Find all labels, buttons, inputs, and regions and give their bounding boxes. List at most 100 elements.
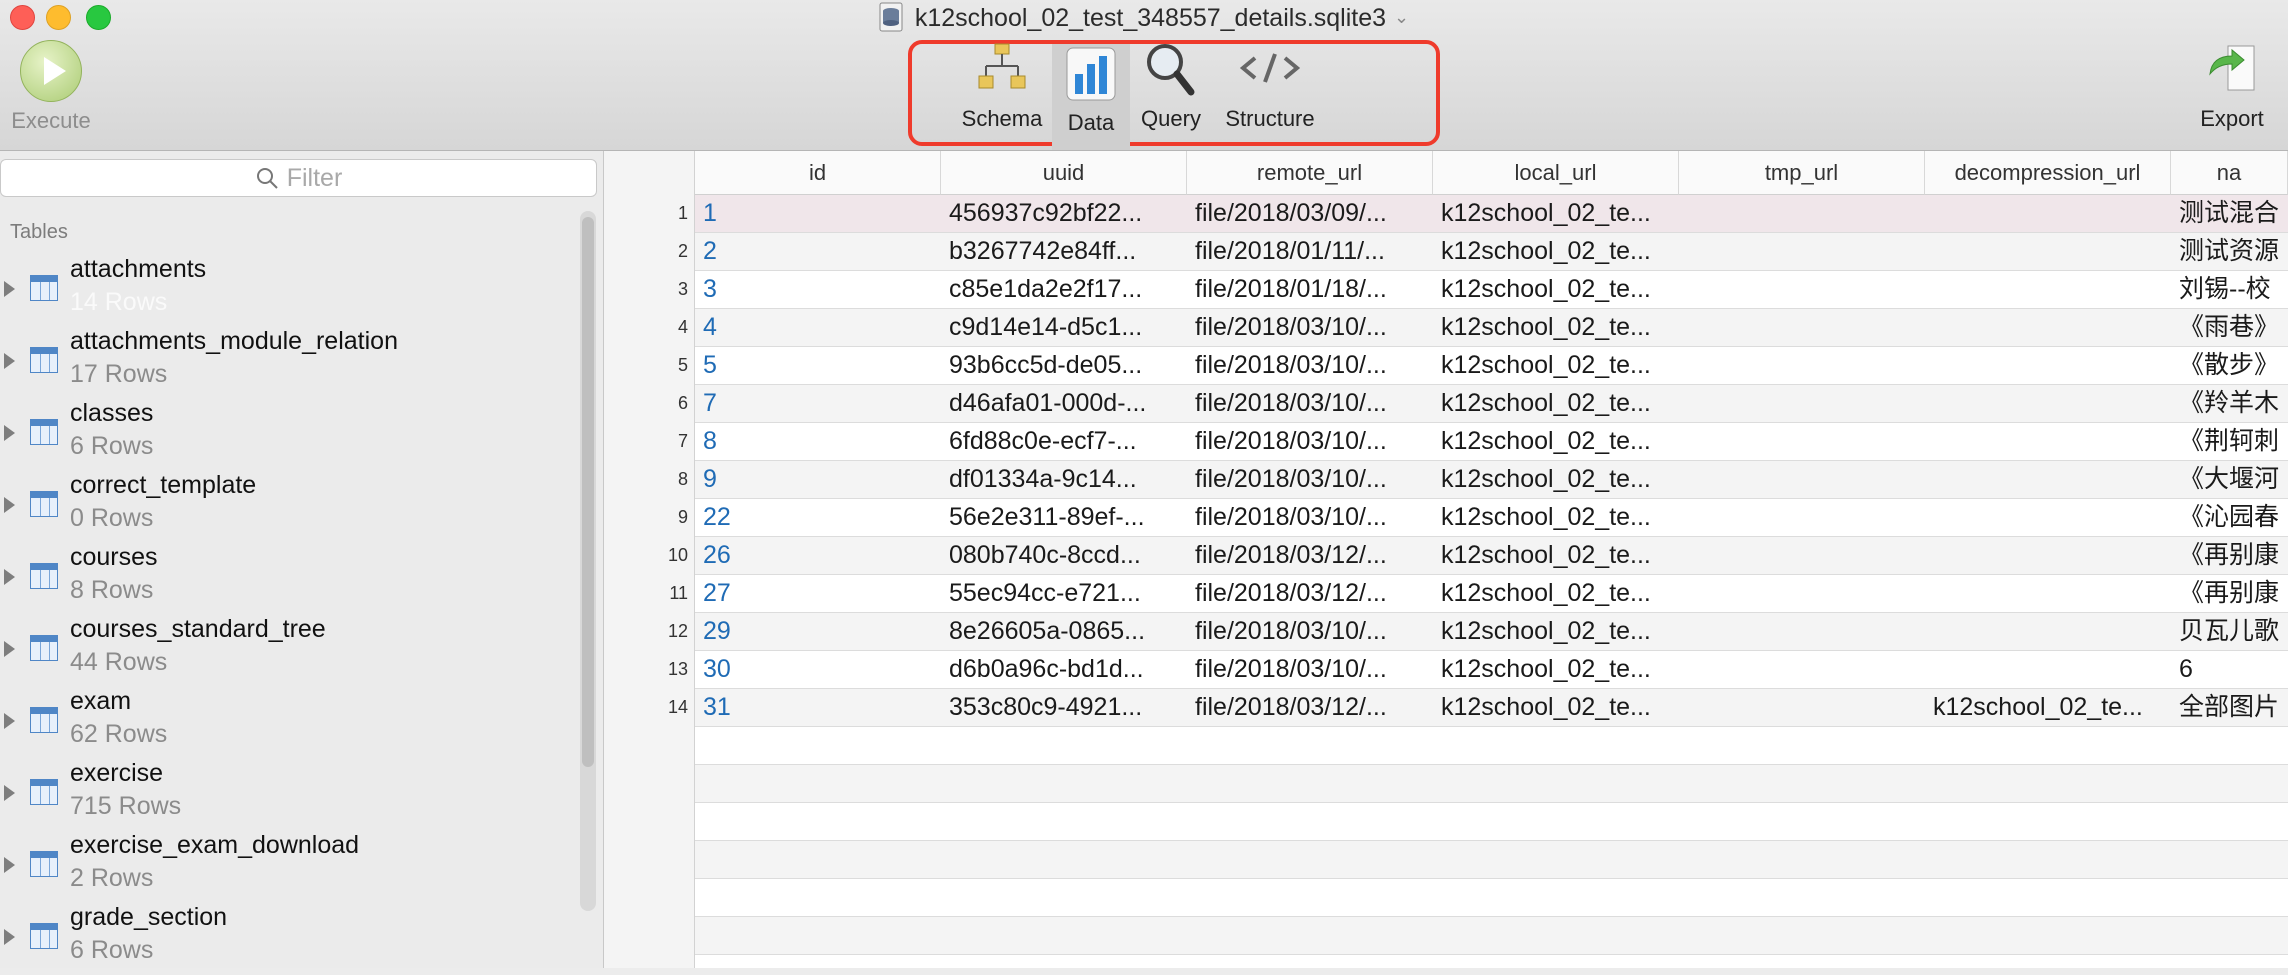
filter-input[interactable]: Filter bbox=[0, 159, 597, 197]
row-number[interactable]: 7 bbox=[604, 431, 688, 452]
cell-tmp-url[interactable] bbox=[1687, 233, 1921, 270]
table-row[interactable]: 3 c85e1da2e2f17... file/2018/01/18/... k12s… bbox=[695, 271, 2288, 309]
cell-remote-url[interactable]: file/2018/01/11/... bbox=[1195, 233, 1429, 270]
cell-remote-url[interactable]: file/2018/01/18/... bbox=[1195, 271, 1429, 308]
cell-decompression-url[interactable] bbox=[1933, 271, 2167, 308]
disclosure-triangle-icon[interactable] bbox=[4, 569, 15, 585]
cell-decompression-url[interactable] bbox=[1933, 575, 2167, 612]
cell-uuid[interactable]: 93b6cc5d-de05... bbox=[949, 347, 1183, 384]
sidebar-scroll-thumb[interactable] bbox=[582, 217, 594, 767]
table-item[interactable]: classes 6 Rows bbox=[0, 399, 580, 471]
table-row[interactable]: 27 55ec94cc-e721... file/2018/03/12/... k12… bbox=[695, 575, 2288, 613]
cell-decompression-url[interactable] bbox=[1933, 651, 2167, 688]
cell-remote-url[interactable]: file/2018/03/12/... bbox=[1195, 689, 1429, 726]
cell-name[interactable]: 《再别康 bbox=[2179, 537, 2284, 574]
cell-id[interactable]: 1 bbox=[703, 195, 937, 232]
table-item[interactable]: attachments 14 Rows bbox=[0, 255, 580, 327]
table-row[interactable]: 4 c9d14e14-d5c1... file/2018/03/10/... k12s… bbox=[695, 309, 2288, 347]
row-number[interactable]: 1 bbox=[604, 203, 688, 224]
disclosure-triangle-icon[interactable] bbox=[4, 929, 15, 945]
cell-name[interactable]: 《羚羊木 bbox=[2179, 385, 2284, 422]
window-title[interactable]: k12school_02_test_348557_details.sqlite3… bbox=[0, 2, 2288, 33]
cell-id[interactable]: 29 bbox=[703, 613, 937, 650]
cell-name[interactable]: 《散步》 bbox=[2179, 347, 2284, 384]
column-header[interactable]: local_url bbox=[1433, 151, 1679, 195]
column-header[interactable]: tmp_url bbox=[1679, 151, 1925, 195]
cell-id[interactable]: 30 bbox=[703, 651, 937, 688]
query-button[interactable]: Query bbox=[1136, 40, 1206, 132]
cell-decompression-url[interactable] bbox=[1933, 195, 2167, 232]
cell-name[interactable]: 《沁园春 bbox=[2179, 499, 2284, 536]
cell-decompression-url[interactable] bbox=[1933, 309, 2167, 346]
table-row[interactable]: 26 080b740c-8ccd... file/2018/03/12/... k12… bbox=[695, 537, 2288, 575]
cell-id[interactable]: 8 bbox=[703, 423, 937, 460]
cell-remote-url[interactable]: file/2018/03/10/... bbox=[1195, 347, 1429, 384]
cell-id[interactable]: 5 bbox=[703, 347, 937, 384]
cell-tmp-url[interactable] bbox=[1687, 689, 1921, 726]
cell-tmp-url[interactable] bbox=[1687, 423, 1921, 460]
data-button[interactable]: Data bbox=[1052, 44, 1130, 150]
cell-remote-url[interactable]: file/2018/03/09/... bbox=[1195, 195, 1429, 232]
table-row[interactable]: 7 d46afa01-000d-... file/2018/03/10/... k12… bbox=[695, 385, 2288, 423]
cell-uuid[interactable]: c85e1da2e2f17... bbox=[949, 271, 1183, 308]
cell-id[interactable]: 22 bbox=[703, 499, 937, 536]
cell-id[interactable]: 4 bbox=[703, 309, 937, 346]
row-number[interactable]: 14 bbox=[604, 697, 688, 718]
table-item[interactable]: exercise_exam_download 2 Rows bbox=[0, 831, 580, 903]
table-row[interactable]: 9 df01334a-9c14... file/2018/03/10/... k12s… bbox=[695, 461, 2288, 499]
cell-uuid[interactable]: d6b0a96c-bd1d... bbox=[949, 651, 1183, 688]
cell-name[interactable]: 贝瓦儿歌 bbox=[2179, 613, 2284, 650]
row-number[interactable]: 10 bbox=[604, 545, 688, 566]
table-item[interactable]: grade_section 6 Rows bbox=[0, 903, 580, 975]
cell-decompression-url[interactable] bbox=[1933, 347, 2167, 384]
cell-tmp-url[interactable] bbox=[1687, 271, 1921, 308]
cell-decompression-url[interactable] bbox=[1933, 233, 2167, 270]
cell-name[interactable]: 刘锡--校 bbox=[2179, 271, 2284, 308]
cell-tmp-url[interactable] bbox=[1687, 195, 1921, 232]
cell-uuid[interactable]: d46afa01-000d-... bbox=[949, 385, 1183, 422]
cell-decompression-url[interactable]: k12school_02_te... bbox=[1933, 689, 2167, 726]
table-row[interactable]: 8 6fd88c0e-ecf7-... file/2018/03/10/... k12… bbox=[695, 423, 2288, 461]
cell-local-url[interactable]: k12school_02_te... bbox=[1441, 385, 1675, 422]
cell-local-url[interactable]: k12school_02_te... bbox=[1441, 347, 1675, 384]
cell-local-url[interactable]: k12school_02_te... bbox=[1441, 195, 1675, 232]
cell-tmp-url[interactable] bbox=[1687, 575, 1921, 612]
cell-local-url[interactable]: k12school_02_te... bbox=[1441, 613, 1675, 650]
cell-remote-url[interactable]: file/2018/03/10/... bbox=[1195, 385, 1429, 422]
row-number[interactable]: 4 bbox=[604, 317, 688, 338]
cell-local-url[interactable]: k12school_02_te... bbox=[1441, 461, 1675, 498]
table-item[interactable]: courses_standard_tree 44 Rows bbox=[0, 615, 580, 687]
cell-local-url[interactable]: k12school_02_te... bbox=[1441, 499, 1675, 536]
cell-local-url[interactable]: k12school_02_te... bbox=[1441, 651, 1675, 688]
cell-name[interactable]: 《荆轲刺 bbox=[2179, 423, 2284, 460]
cell-uuid[interactable]: 456937c92bf22... bbox=[949, 195, 1183, 232]
column-header[interactable]: id bbox=[695, 151, 941, 195]
cell-remote-url[interactable]: file/2018/03/10/... bbox=[1195, 309, 1429, 346]
cell-local-url[interactable]: k12school_02_te... bbox=[1441, 271, 1675, 308]
cell-tmp-url[interactable] bbox=[1687, 461, 1921, 498]
cell-id[interactable]: 3 bbox=[703, 271, 937, 308]
cell-id[interactable]: 27 bbox=[703, 575, 937, 612]
execute-button[interactable]: Execute bbox=[6, 40, 96, 134]
structure-button[interactable]: Structure bbox=[1212, 40, 1328, 132]
table-row[interactable]: 22 56e2e311-89ef-... file/2018/03/10/... k1… bbox=[695, 499, 2288, 537]
cell-decompression-url[interactable] bbox=[1933, 385, 2167, 422]
cell-remote-url[interactable]: file/2018/03/10/... bbox=[1195, 461, 1429, 498]
cell-uuid[interactable]: 6fd88c0e-ecf7-... bbox=[949, 423, 1183, 460]
column-header[interactable]: decompression_url bbox=[1925, 151, 2171, 195]
row-number[interactable]: 6 bbox=[604, 393, 688, 414]
cell-decompression-url[interactable] bbox=[1933, 537, 2167, 574]
cell-tmp-url[interactable] bbox=[1687, 499, 1921, 536]
cell-name[interactable]: 测试混合 bbox=[2179, 195, 2284, 232]
cell-name[interactable]: 全部图片 bbox=[2179, 689, 2284, 726]
cell-uuid[interactable]: 353c80c9-4921... bbox=[949, 689, 1183, 726]
table-row[interactable]: 2 b3267742e84ff... file/2018/01/11/... k12s… bbox=[695, 233, 2288, 271]
disclosure-triangle-icon[interactable] bbox=[4, 641, 15, 657]
cell-decompression-url[interactable] bbox=[1933, 461, 2167, 498]
cell-remote-url[interactable]: file/2018/03/10/... bbox=[1195, 613, 1429, 650]
table-row[interactable]: 30 d6b0a96c-bd1d... file/2018/03/10/... k12… bbox=[695, 651, 2288, 689]
row-number[interactable]: 3 bbox=[604, 279, 688, 300]
cell-tmp-url[interactable] bbox=[1687, 385, 1921, 422]
row-number[interactable]: 13 bbox=[604, 659, 688, 680]
cell-tmp-url[interactable] bbox=[1687, 651, 1921, 688]
